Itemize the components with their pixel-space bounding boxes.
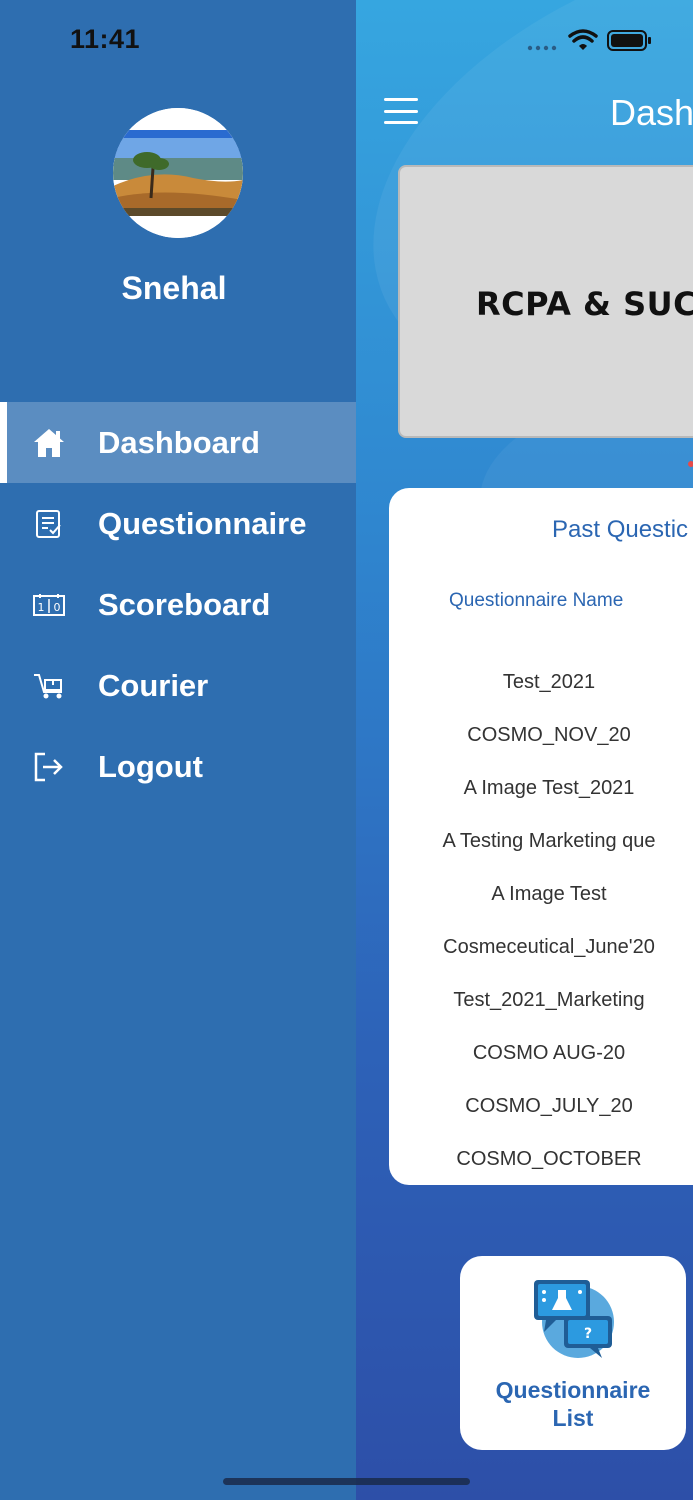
sidebar-item-logout[interactable]: Logout: [0, 726, 356, 807]
banner[interactable]: RCPA & SUC: [398, 165, 693, 438]
signal-wifi-battery-icon: [527, 29, 651, 51]
sidebar-item-questionnaire[interactable]: Questionnaire: [0, 483, 356, 564]
sidebar-item-courier[interactable]: Courier: [0, 645, 356, 726]
column-header: Questionnaire Name: [449, 590, 624, 611]
questionnaire-chat-icon: ?: [534, 1280, 614, 1358]
questionnaire-list-label: Questionnaire List: [460, 1376, 686, 1432]
svg-text:1: 1: [38, 601, 45, 614]
sidebar-item-label: Scoreboard: [98, 586, 271, 622]
list-item[interactable]: COSMO_OCTOBER: [389, 1145, 693, 1198]
avatar[interactable]: [113, 108, 243, 238]
scoreboard-icon: 1 0: [32, 588, 66, 622]
list-item[interactable]: COSMO_JULY_20: [389, 1092, 693, 1145]
status-time: 11:41: [70, 24, 141, 54]
list-item[interactable]: A Image Test_2021: [389, 774, 693, 827]
navigation-drawer: 11:41 Snehal Dashboard Questionnaire 1 0…: [0, 0, 356, 1500]
list-item[interactable]: Test_2021: [389, 668, 693, 721]
questionnaire-list: Test_2021 COSMO_NOV_20 A Image Test_2021…: [389, 668, 693, 1198]
sidebar-item-scoreboard[interactable]: 1 0 Scoreboard: [0, 564, 356, 645]
page-title: Dash: [610, 92, 693, 133]
sidebar-item-label: Courier: [98, 667, 209, 703]
list-item[interactable]: A Testing Marketing que: [389, 827, 693, 880]
questionnaire-list-button[interactable]: ? Questionnaire List: [460, 1256, 686, 1450]
drawer-menu: Dashboard Questionnaire 1 0 Scoreboard C…: [0, 402, 356, 807]
svg-text:0: 0: [54, 601, 61, 614]
user-name: Snehal: [121, 270, 227, 306]
home-indicator[interactable]: [223, 1478, 470, 1485]
sidebar-item-label: Logout: [98, 748, 204, 784]
banner-text: RCPA & SUC: [476, 285, 693, 323]
svg-text:?: ?: [584, 1326, 592, 1342]
list-item[interactable]: A Image Test: [389, 880, 693, 933]
past-questionnaire-card: Past Questic Questionnaire Name Test_202…: [389, 488, 693, 1185]
card-title: Past Questic: [552, 516, 689, 543]
courier-icon: [32, 669, 66, 703]
list-item[interactable]: COSMO_NOV_20: [389, 721, 693, 774]
list-item[interactable]: COSMO AUG-20: [389, 1039, 693, 1092]
list-item[interactable]: Test_2021_Marketing: [389, 986, 693, 1039]
logout-icon: [32, 750, 66, 784]
sidebar-item-label: Questionnaire: [98, 505, 307, 541]
list-item[interactable]: Cosmeceutical_June'20: [389, 933, 693, 986]
label-line: Questionnaire: [495, 1377, 651, 1403]
sidebar-item-label: Dashboard: [98, 424, 260, 460]
questionnaire-icon: [32, 507, 66, 541]
menu-icon[interactable]: [384, 98, 418, 124]
sidebar-item-dashboard[interactable]: Dashboard: [0, 402, 356, 483]
label-line: List: [552, 1405, 594, 1431]
status-indicators: [526, 28, 656, 54]
home-icon: [32, 426, 66, 460]
profile-photo: [113, 108, 243, 238]
page-indicator-dot: [688, 461, 693, 467]
